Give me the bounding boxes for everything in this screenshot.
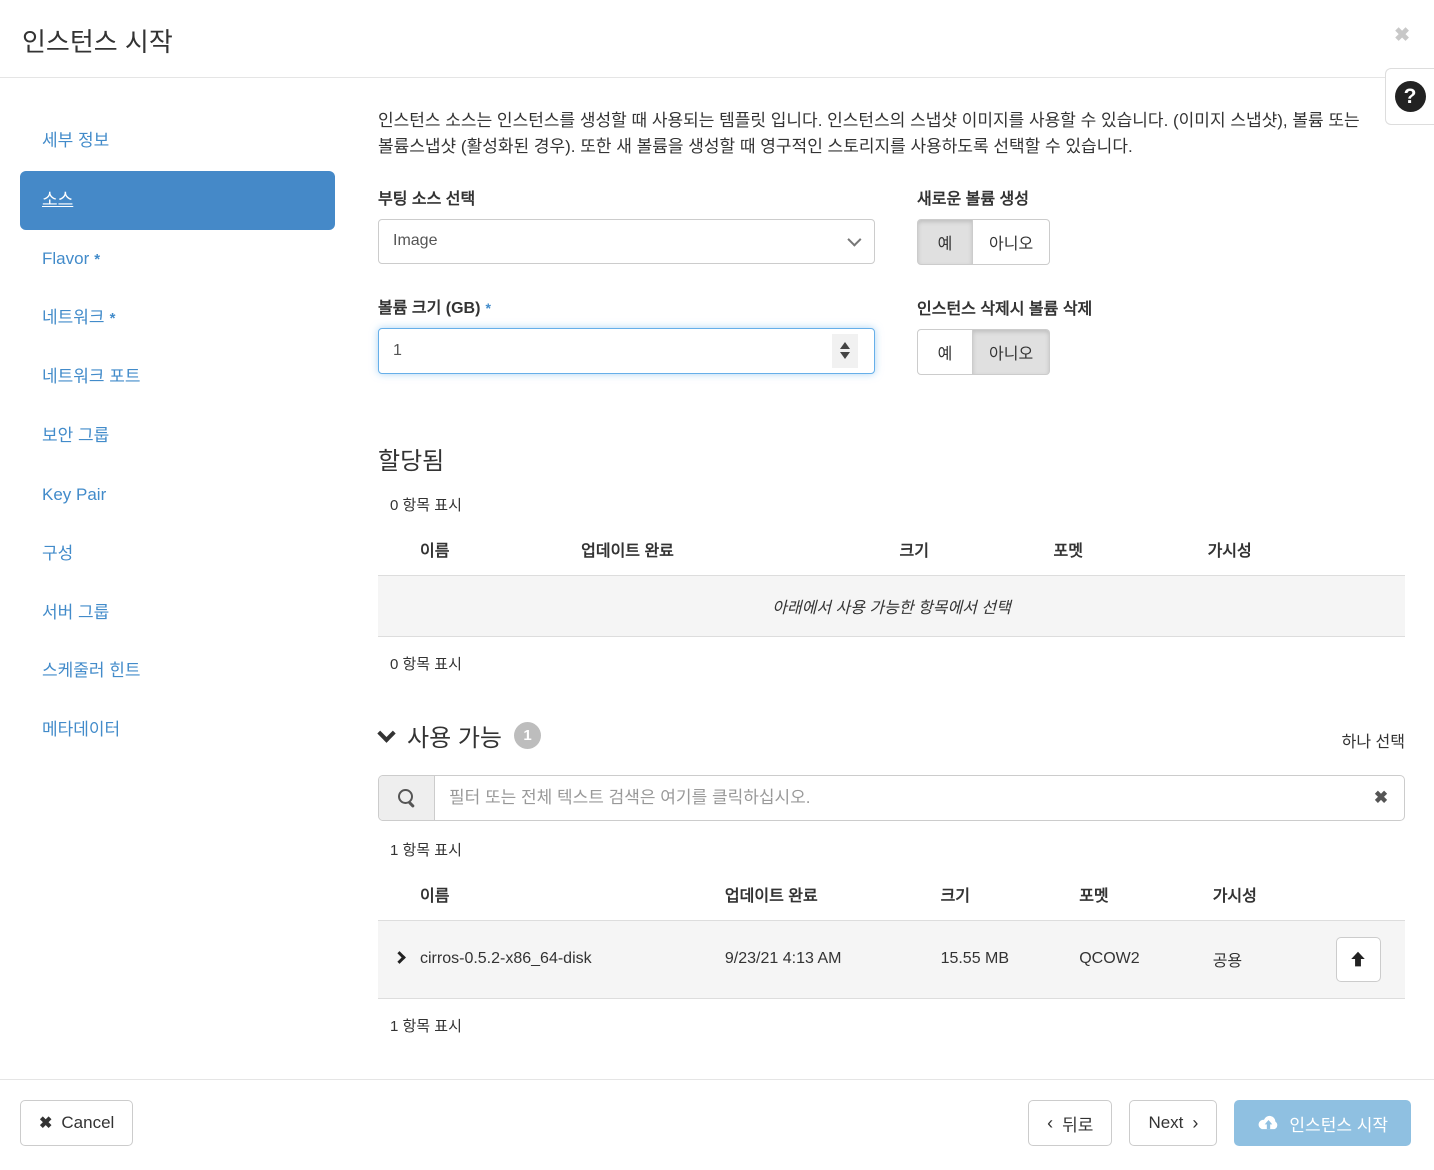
available-col-updated: 업데이트 완료 bbox=[724, 887, 818, 905]
chevron-down-icon bbox=[847, 232, 862, 247]
chevron-left-icon: ‹ bbox=[1047, 1112, 1054, 1133]
image-visibility: 공용 bbox=[1204, 919, 1328, 999]
step-metadata[interactable]: 메타데이터 bbox=[20, 701, 335, 760]
delete-volume-yes-button[interactable]: 예 bbox=[917, 328, 973, 375]
available-count-badge: 1 bbox=[514, 721, 541, 749]
filter-search-bar: ✖ bbox=[378, 774, 1405, 821]
allocated-empty-row: 아래에서 사용 가능한 항목에서 선택 bbox=[378, 574, 1405, 637]
dialog-header: 인스턴스 시작 ✖ bbox=[0, 0, 1434, 78]
table-row: cirros-0.5.2-x86_64-disk 9/23/21 4:13 AM… bbox=[378, 919, 1405, 999]
create-volume-no-button[interactable]: 아니오 bbox=[973, 218, 1051, 265]
spinner-up-icon[interactable] bbox=[840, 342, 850, 350]
available-col-format: 포멧 bbox=[1079, 887, 1109, 905]
x-icon: ✖ bbox=[39, 1115, 53, 1132]
cloud-upload-icon bbox=[1259, 1115, 1278, 1129]
image-name-cell: cirros-0.5.2-x86_64-disk bbox=[378, 919, 717, 999]
select-one-hint: 하나 선택 bbox=[1341, 734, 1405, 752]
dialog-title: 인스턴스 시작 bbox=[22, 27, 173, 57]
dialog-footer: ✖ Cancel ‹ 뒤로 Next › 인스턴스 시작 bbox=[0, 1079, 1434, 1170]
volume-size-field: 볼륨 크기 (GB) * bbox=[378, 294, 875, 374]
boot-source-label: 부팅 소스 선택 bbox=[378, 190, 476, 208]
step-security-groups[interactable]: 보안 그룹 bbox=[20, 407, 335, 466]
delete-volume-label: 인스턴스 삭제시 볼륨 삭제 bbox=[917, 300, 1093, 318]
step-server-groups[interactable]: 서버 그룹 bbox=[20, 584, 335, 643]
image-name: cirros-0.5.2-x86_64-disk bbox=[420, 950, 592, 968]
dialog-body: 세부 정보 소스 Flavor * 네트워크 * 네트워크 포트 보안 그룹 Key… bbox=[0, 78, 1434, 1036]
boot-source-select[interactable]: Image bbox=[378, 218, 875, 264]
collapse-chevron-icon[interactable] bbox=[377, 723, 396, 743]
next-button[interactable]: Next › bbox=[1129, 1100, 1218, 1146]
allocate-item-button[interactable] bbox=[1335, 936, 1381, 982]
allocated-col-name: 이름 bbox=[420, 542, 450, 560]
arrow-up-icon bbox=[1351, 951, 1366, 967]
create-volume-label: 새로운 볼륨 생성 bbox=[917, 190, 1029, 208]
step-description: 인스턴스 소스는 인스턴스를 생성할 때 사용되는 템플릿 입니다. 인스턴스의… bbox=[378, 111, 1360, 157]
image-actions-cell bbox=[1327, 919, 1405, 999]
question-mark-icon: ? bbox=[1394, 81, 1426, 112]
step-network-ports[interactable]: 네트워크 포트 bbox=[20, 348, 335, 407]
image-format: QCOW2 bbox=[1071, 919, 1205, 999]
search-icon bbox=[397, 788, 417, 808]
available-col-name: 이름 bbox=[420, 887, 450, 905]
chevron-right-icon: › bbox=[1192, 1112, 1199, 1133]
allocated-col-size: 크기 bbox=[899, 542, 929, 560]
number-spinner[interactable] bbox=[832, 333, 858, 368]
create-volume-toggle: 예 아니오 bbox=[917, 218, 1051, 265]
launch-instance-button[interactable]: 인스턴스 시작 bbox=[1234, 1100, 1411, 1146]
launch-instance-dialog: 인스턴스 시작 ✖ ? 세부 정보 소스 Flavor * 네트워크 * 네트워크 … bbox=[0, 0, 1434, 1170]
delete-volume-field: 인스턴스 삭제시 볼륨 삭제 예 아니오 bbox=[917, 295, 1405, 375]
source-step-content: 인스턴스 소스는 인스턴스를 생성할 때 사용되는 템플릿 입니다. 인스턴스의… bbox=[377, 108, 1405, 1036]
required-asterisk: * bbox=[109, 309, 116, 327]
expand-chevron-icon[interactable] bbox=[393, 951, 406, 965]
available-count-bottom: 1 항목 표시 bbox=[390, 1017, 462, 1035]
step-source[interactable]: 소스 bbox=[20, 170, 335, 230]
create-volume-field: 새로운 볼륨 생성 예 아니오 bbox=[917, 185, 1405, 265]
search-addon bbox=[379, 775, 435, 820]
delete-volume-no-button[interactable]: 아니오 bbox=[973, 328, 1051, 375]
volume-size-label: 볼륨 크기 (GB) * bbox=[378, 299, 491, 317]
allocated-table: 이름 업데이트 완료 크기 포멧 가시성 아래에서 사용 가능한 항목에서 선택 bbox=[378, 525, 1405, 637]
allocated-col-format: 포멧 bbox=[1053, 542, 1083, 560]
step-network[interactable]: 네트워크 * bbox=[20, 289, 335, 348]
volume-size-input[interactable] bbox=[378, 327, 875, 374]
allocated-col-updated: 업데이트 완료 bbox=[581, 542, 674, 560]
step-configuration[interactable]: 구성 bbox=[20, 525, 335, 584]
available-header: 사용 가능 1 하나 선택 bbox=[377, 718, 1405, 753]
step-scheduler-hints[interactable]: 스케줄러 힌트 bbox=[20, 642, 335, 701]
help-button[interactable]: ? bbox=[1385, 68, 1434, 125]
image-updated: 9/23/21 4:13 AM bbox=[716, 919, 933, 999]
available-col-actions bbox=[1328, 870, 1405, 921]
allocated-count-bottom: 0 항목 표시 bbox=[390, 655, 462, 673]
required-asterisk: * bbox=[94, 250, 101, 268]
required-asterisk: * bbox=[485, 299, 491, 316]
create-volume-yes-button[interactable]: 예 bbox=[917, 218, 973, 265]
allocated-title: 할당됨 bbox=[378, 447, 445, 475]
allocated-col-visibility: 가시성 bbox=[1207, 542, 1252, 560]
boot-source-value: Image bbox=[393, 232, 438, 250]
available-col-size: 크기 bbox=[940, 887, 971, 905]
boot-source-field: 부팅 소스 선택 Image bbox=[378, 185, 875, 264]
allocated-empty-text: 아래에서 사용 가능한 항목에서 선택 bbox=[378, 574, 1405, 637]
image-size: 15.55 MB bbox=[932, 919, 1072, 999]
available-col-visibility: 가시성 bbox=[1212, 887, 1257, 905]
step-flavor[interactable]: Flavor * bbox=[20, 230, 335, 289]
delete-volume-toggle: 예 아니오 bbox=[917, 328, 1051, 375]
clear-search-icon[interactable]: ✖ bbox=[1358, 776, 1404, 820]
available-title: 사용 가능 bbox=[407, 724, 502, 752]
step-key-pair[interactable]: Key Pair bbox=[20, 466, 335, 525]
cancel-button[interactable]: ✖ Cancel bbox=[20, 1100, 134, 1146]
spinner-down-icon[interactable] bbox=[840, 352, 850, 360]
allocated-count-top: 0 항목 표시 bbox=[390, 496, 462, 514]
available-table: 이름 업데이트 완료 크기 포멧 가시성 cirros-0.5.2-x86_64… bbox=[378, 870, 1405, 999]
available-count-top: 1 항목 표시 bbox=[390, 841, 462, 859]
back-button[interactable]: ‹ 뒤로 bbox=[1028, 1100, 1113, 1146]
wizard-step-nav: 세부 정보 소스 Flavor * 네트워크 * 네트워크 포트 보안 그룹 Key… bbox=[20, 108, 335, 1036]
close-icon[interactable]: ✖ bbox=[1394, 26, 1410, 45]
step-details[interactable]: 세부 정보 bbox=[20, 112, 335, 171]
filter-search-input[interactable] bbox=[435, 775, 1358, 820]
source-form: 부팅 소스 선택 Image 볼륨 크기 (GB) * 1 새로운 볼륨 생성 … bbox=[378, 185, 1405, 405]
